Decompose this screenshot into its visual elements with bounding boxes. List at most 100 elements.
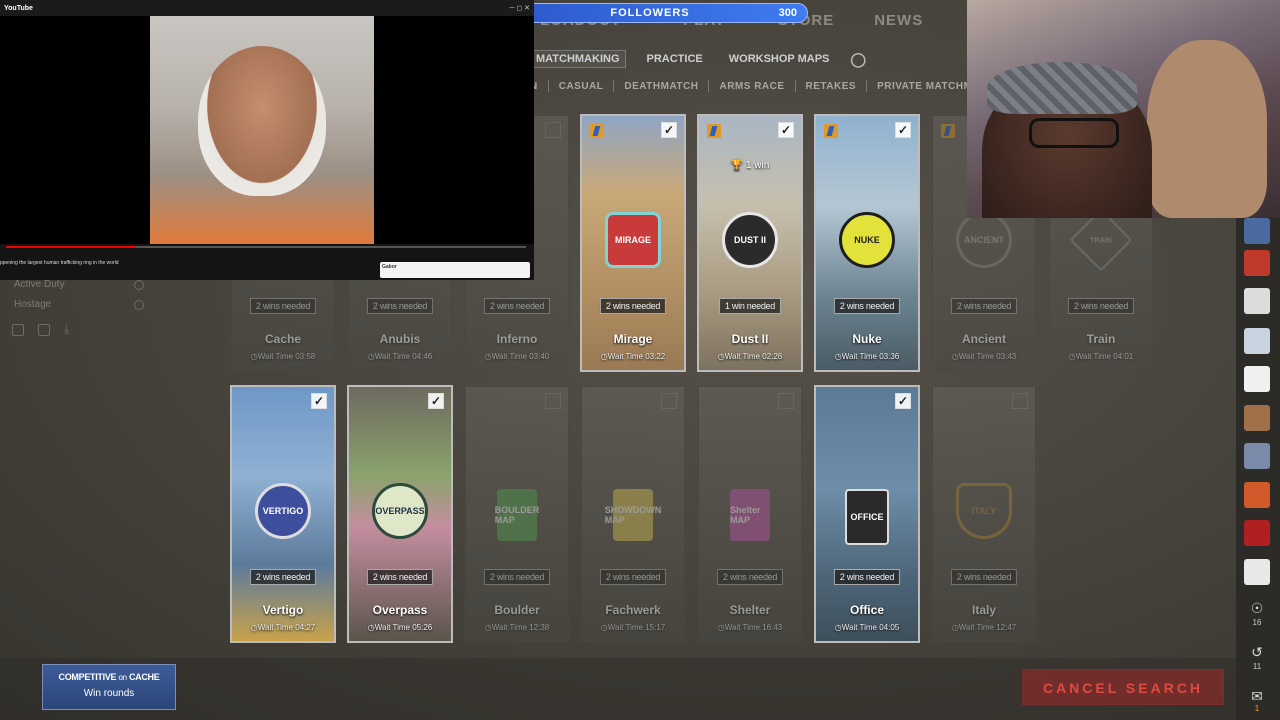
map-checkbox[interactable] bbox=[661, 393, 677, 409]
overpass-emblem-icon: OVERPASS bbox=[372, 483, 428, 539]
filter-hostage[interactable]: Hostage bbox=[14, 299, 51, 310]
wins-needed-badge: 2 wins needed bbox=[950, 298, 1018, 314]
competitive-flag-icon bbox=[824, 124, 838, 138]
download-icon[interactable]: ⤓ bbox=[64, 323, 76, 336]
clear-icon[interactable] bbox=[38, 324, 50, 336]
play-subnav: MATCHMAKING PRACTICE WORKSHOP MAPS ◯ bbox=[530, 50, 866, 68]
map-name: Inferno bbox=[496, 332, 538, 346]
window-controls-icon[interactable]: ─ ◻ ✕ bbox=[509, 4, 530, 12]
map-name: Boulder bbox=[494, 603, 540, 617]
wins-needed-badge: 2 wins needed bbox=[833, 569, 901, 585]
chat-popup[interactable]: Gabor bbox=[380, 262, 530, 278]
wait-time: Wait Time 05:26 bbox=[349, 623, 451, 632]
active-duty-radio[interactable] bbox=[134, 280, 144, 290]
friend-avatar[interactable] bbox=[1244, 520, 1270, 546]
map-name: Office bbox=[849, 603, 884, 617]
map-name: Anubis bbox=[379, 332, 421, 346]
tab-workshop-maps[interactable]: WORKSHOP MAPS bbox=[724, 51, 835, 67]
tab-mode-retakes[interactable]: RETAKES bbox=[806, 81, 857, 92]
cancel-search-button[interactable]: CANCEL SEARCH bbox=[1022, 669, 1224, 705]
map-card-office[interactable]: ✓ OFFICE 2 wins needed Office Wait Time … bbox=[814, 385, 920, 643]
streamer-glasses bbox=[1029, 118, 1119, 148]
friend-avatar[interactable] bbox=[1244, 250, 1270, 276]
tab-practice[interactable]: PRACTICE bbox=[642, 51, 708, 67]
friend-avatar[interactable] bbox=[1244, 482, 1270, 508]
wins-needed-badge: 2 wins needed bbox=[366, 569, 434, 585]
tab-mode-deathmatch[interactable]: DEATHMATCH bbox=[624, 81, 698, 92]
map-card-mirage[interactable]: ✓ MIRAGE 2 wins needed Mirage Wait Time … bbox=[580, 114, 686, 372]
map-checkbox[interactable] bbox=[778, 393, 794, 409]
nav-news[interactable]: NEWS bbox=[874, 12, 923, 29]
search-status-sub: Win rounds bbox=[83, 688, 135, 699]
copy-icon[interactable] bbox=[12, 324, 24, 336]
map-checkbox[interactable] bbox=[1012, 393, 1028, 409]
streamer-cap bbox=[987, 62, 1137, 114]
map-card-fachwerk[interactable]: SHOWDOWN MAP 2 wins needed Fachwerk Wait… bbox=[580, 385, 686, 643]
map-checkbox[interactable]: ✓ bbox=[778, 122, 794, 138]
map-name: Shelter bbox=[729, 603, 771, 617]
friend-avatar[interactable] bbox=[1244, 559, 1270, 585]
competitive-flag-icon bbox=[707, 124, 721, 138]
wins-needed-badge: 2 wins needed bbox=[483, 298, 551, 314]
mail-icon[interactable]: ✉ bbox=[1246, 688, 1268, 705]
map-checkbox[interactable] bbox=[545, 122, 561, 138]
competitive-flag-icon bbox=[941, 124, 955, 138]
shelter-map-pin-icon: Shelter MAP bbox=[730, 489, 770, 541]
map-name: Mirage bbox=[613, 332, 653, 346]
train-emblem-label: TRAIN bbox=[1090, 236, 1112, 244]
search-status: COMPETITIVE on CACHE Win rounds bbox=[42, 664, 176, 710]
search-status-title: COMPETITIVE on CACHE bbox=[43, 672, 175, 682]
friend-avatar[interactable] bbox=[1244, 288, 1270, 314]
wins-needed-badge: 2 wins needed bbox=[366, 298, 434, 314]
map-name: Fachwerk bbox=[605, 603, 661, 617]
history-icon[interactable]: ↺ bbox=[1246, 644, 1268, 661]
map-checkbox[interactable]: ✓ bbox=[895, 122, 911, 138]
friend-avatar[interactable] bbox=[1244, 366, 1270, 392]
video-player[interactable] bbox=[0, 16, 534, 244]
streamer-webcam bbox=[967, 0, 1280, 218]
map-name: Ancient bbox=[961, 332, 1006, 346]
filter-active-duty[interactable]: Active Duty bbox=[14, 279, 65, 290]
map-checkbox[interactable]: ✓ bbox=[661, 122, 677, 138]
video-controls: ppening the largest human trafficking ri… bbox=[0, 244, 534, 280]
wait-time: Wait Time 02:26 bbox=[699, 352, 801, 361]
portrait-image bbox=[198, 46, 326, 196]
wait-time: Wait Time 04:05 bbox=[816, 623, 918, 632]
hostage-radio[interactable] bbox=[134, 300, 144, 310]
italy-emblem-icon: ITALY bbox=[956, 483, 1012, 539]
friend-avatar[interactable] bbox=[1244, 443, 1270, 469]
video-progress-bar[interactable] bbox=[6, 246, 526, 248]
map-card-vertigo[interactable]: ✓ VERTIGO 2 wins needed Vertigo Wait Tim… bbox=[230, 385, 336, 643]
friend-avatar[interactable] bbox=[1244, 405, 1270, 431]
tab-matchmaking[interactable]: MATCHMAKING bbox=[530, 50, 626, 68]
broadcast-count: 16 bbox=[1252, 618, 1262, 627]
tab-mode-casual[interactable]: CASUAL bbox=[559, 81, 604, 92]
map-checkbox[interactable]: ✓ bbox=[895, 393, 911, 409]
friends-rail: ☉ 16 ↺ 11 ✉ 1 bbox=[1236, 218, 1280, 720]
filter-active-duty-label: Active Duty bbox=[14, 279, 65, 290]
game-screen: { "topnav": {"loadout":"LOADOUT","play":… bbox=[0, 0, 1280, 720]
map-checkbox[interactable] bbox=[545, 393, 561, 409]
wait-time: Wait Time 03:40 bbox=[466, 352, 568, 361]
map-name: Cache bbox=[264, 332, 302, 346]
map-card-boulder[interactable]: BOULDER MAP 2 wins needed Boulder Wait T… bbox=[464, 385, 570, 643]
wins-needed-badge: 2 wins needed bbox=[249, 569, 317, 585]
map-card-nuke[interactable]: ✓ NUKE 2 wins needed Nuke Wait Time 03:3… bbox=[814, 114, 920, 372]
boulder-map-pin-icon: BOULDER MAP bbox=[495, 489, 539, 541]
map-card-dust2[interactable]: ✓ 🏆 1 win DUST II 1 win needed Dust II W… bbox=[697, 114, 803, 372]
wait-time: Wait Time 04:27 bbox=[232, 623, 334, 632]
map-name: Vertigo bbox=[262, 603, 304, 617]
tab-mode-arms-race[interactable]: ARMS RACE bbox=[719, 81, 784, 92]
map-card-italy[interactable]: ITALY 2 wins needed Italy Wait Time 12:4… bbox=[931, 385, 1037, 643]
friend-avatar[interactable] bbox=[1244, 328, 1270, 354]
nuke-emblem-icon: NUKE bbox=[839, 212, 895, 268]
map-checkbox[interactable]: ✓ bbox=[311, 393, 327, 409]
broadcast-icon[interactable]: ☉ bbox=[1246, 600, 1268, 617]
globe-icon[interactable]: ◯ bbox=[850, 51, 866, 68]
wait-time: Wait Time 12:47 bbox=[933, 623, 1035, 632]
map-name: Nuke bbox=[852, 332, 882, 346]
map-card-overpass[interactable]: ✓ OVERPASS 2 wins needed Overpass Wait T… bbox=[347, 385, 453, 643]
friend-avatar[interactable] bbox=[1244, 218, 1270, 244]
map-checkbox[interactable]: ✓ bbox=[428, 393, 444, 409]
map-card-shelter[interactable]: Shelter MAP 2 wins needed Shelter Wait T… bbox=[697, 385, 803, 643]
